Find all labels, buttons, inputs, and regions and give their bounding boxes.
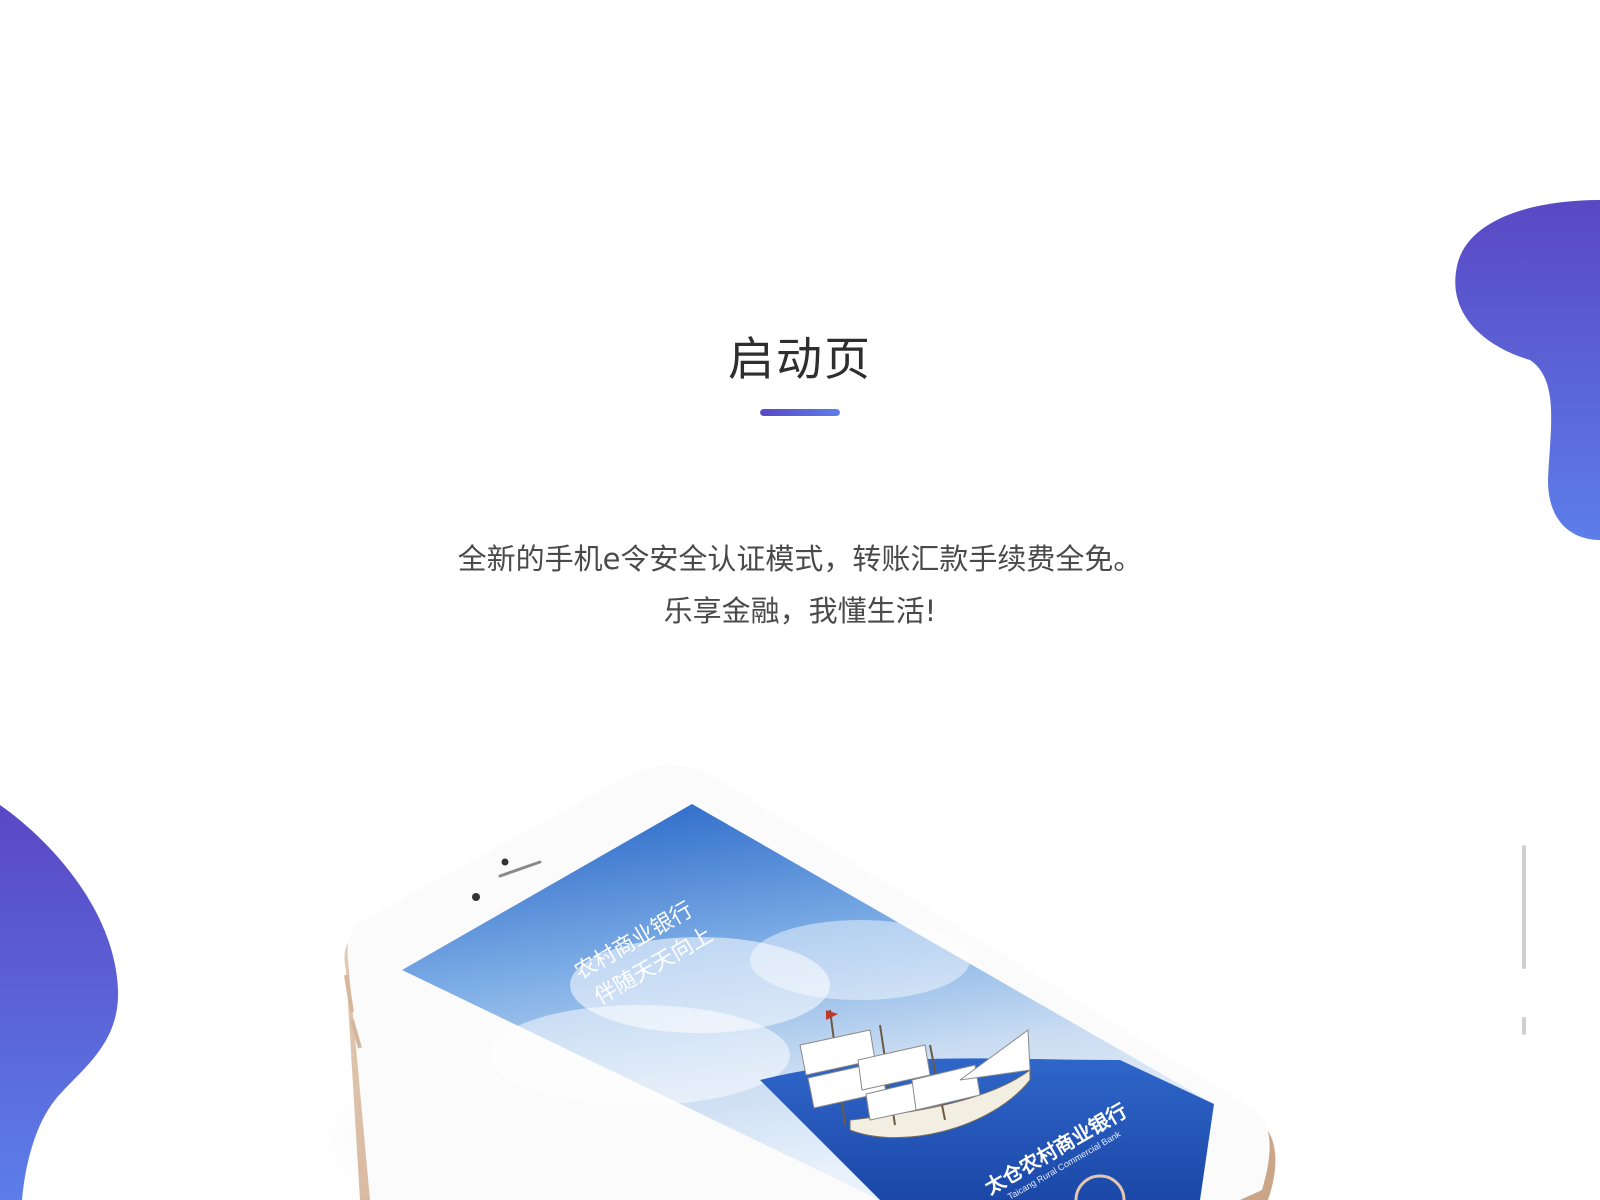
scrollbar-thumb[interactable]: [1522, 845, 1526, 969]
phone-sensor: [472, 893, 480, 901]
screen-cloud: [750, 920, 970, 1000]
phone-mockup: 农村商业银行 伴随天天向上 太仓农村商业银行 Taicang Rural Com…: [260, 764, 1276, 1200]
screen-cloud: [490, 1005, 790, 1105]
phone-camera: [501, 858, 509, 866]
launch-page: 启动页 全新的手机e令安全认证模式，转账汇款手续费全免。 乐享金融，我懂生活!: [0, 0, 1600, 1200]
scrollbar[interactable]: [1522, 845, 1526, 1035]
scrollbar-tail: [1522, 1017, 1526, 1035]
